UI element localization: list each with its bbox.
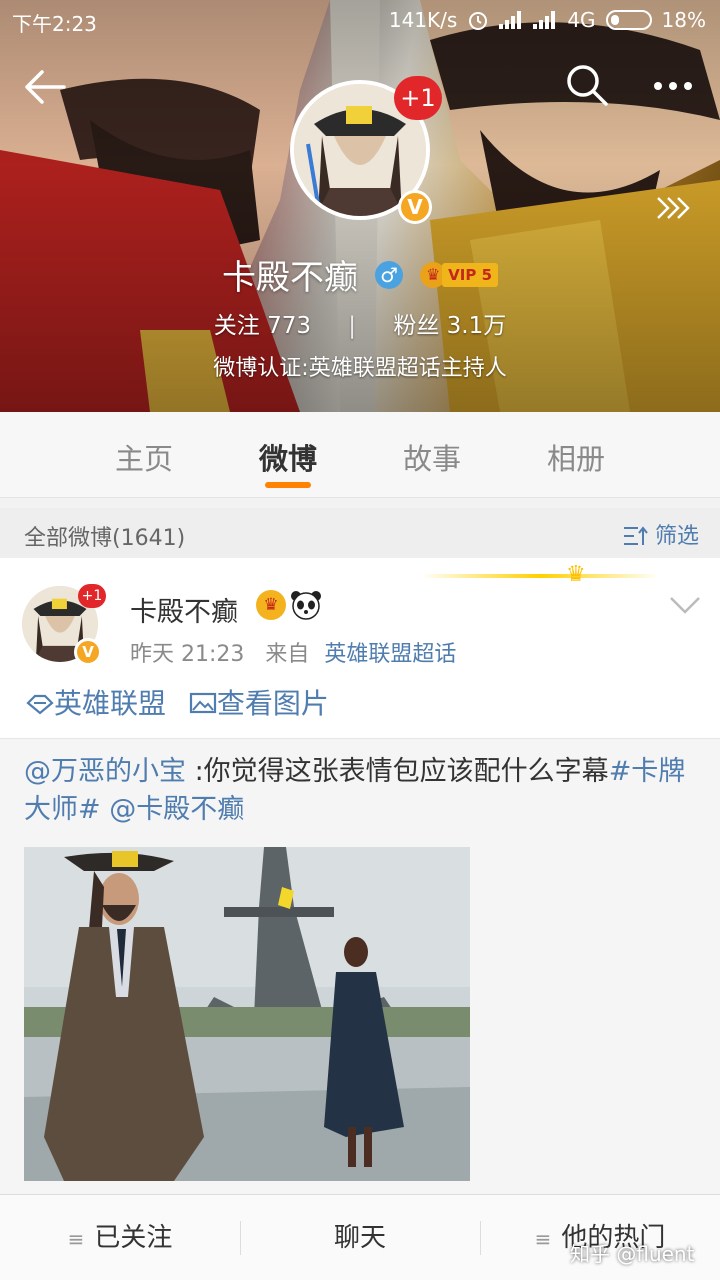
crown-decoration-icon: ♛ bbox=[566, 562, 586, 587]
more-dots-icon bbox=[654, 82, 692, 90]
zhihu-watermark: 知乎 @fluent bbox=[570, 1242, 695, 1266]
post-vip-crown-icon: ♛ bbox=[256, 590, 286, 620]
tab-weibo[interactable]: 微博 bbox=[243, 436, 333, 478]
expand-header-button[interactable] bbox=[654, 190, 694, 226]
post-author-name[interactable]: 卡殿不癫 bbox=[130, 590, 238, 629]
filter-icon bbox=[624, 526, 648, 545]
feed-filter-bar: 全部微博(1641) 筛选 bbox=[0, 508, 720, 558]
menu-lines-icon-2: ≡ bbox=[534, 1227, 552, 1251]
post-verified-icon: V bbox=[74, 638, 102, 666]
tab-home[interactable]: 主页 bbox=[99, 436, 189, 478]
following-label: 关注 bbox=[213, 313, 260, 339]
back-button[interactable] bbox=[20, 62, 70, 112]
chat-label: 聊天 bbox=[333, 1223, 386, 1253]
search-icon bbox=[567, 65, 608, 106]
search-button[interactable] bbox=[564, 62, 610, 108]
mention-link-2[interactable]: @卡殿不癫 bbox=[109, 794, 244, 825]
back-arrow-icon bbox=[25, 70, 66, 104]
network-type: 4G bbox=[567, 8, 596, 32]
male-gender-icon: ♂ bbox=[375, 260, 404, 289]
stats-divider: | bbox=[348, 313, 357, 339]
post-tags: 英雄联盟 查看图片 bbox=[26, 682, 343, 722]
avatar-plus-badge[interactable]: +1 bbox=[394, 76, 442, 120]
tab-stories[interactable]: 故事 bbox=[387, 436, 477, 478]
bottom-action-bar: ≡ 已关注 聊天 ≡ 他的热门 bbox=[0, 1194, 720, 1280]
image-icon bbox=[189, 692, 217, 714]
status-time: 下午2:23 bbox=[12, 12, 97, 36]
followers-stat[interactable]: 粉丝 3.1万 bbox=[393, 313, 506, 339]
signal-icon-2 bbox=[533, 11, 557, 29]
menu-lines-icon: ≡ bbox=[67, 1227, 85, 1251]
filter-button[interactable]: 筛选 bbox=[622, 518, 699, 550]
post-header: ♛ +1 V 卡殿不癫 ♛ 昨天 21:23 来自 英雄联盟超话 英雄联盟 查看… bbox=[0, 558, 720, 738]
post-image-art bbox=[24, 847, 470, 1181]
triple-chevron-right-icon bbox=[657, 197, 690, 219]
tag-lol[interactable]: 英雄联盟 bbox=[26, 682, 166, 722]
following-count: 773 bbox=[267, 313, 311, 339]
followers-label: 粉丝 bbox=[393, 313, 440, 339]
vip-badge[interactable]: ♛ VIP 5 bbox=[420, 261, 499, 288]
post-image[interactable] bbox=[24, 847, 470, 1181]
profile-tabs: 主页 微博 故事 相册 bbox=[0, 412, 720, 498]
post-meta: 昨天 21:23 来自 英雄联盟超话 bbox=[130, 636, 456, 668]
profile-name-row: 卡殿不癫 ♂ ♛ VIP 5 bbox=[0, 250, 720, 298]
post-source-link[interactable]: 英雄联盟超话 bbox=[324, 642, 456, 667]
feed-count: 全部微博(1641) bbox=[24, 526, 186, 551]
tag-view-images-label: 查看图片 bbox=[216, 687, 329, 720]
tag-lol-label: 英雄联盟 bbox=[54, 687, 167, 720]
card-decoration-line bbox=[420, 574, 660, 578]
vip-level: VIP 5 bbox=[442, 262, 499, 287]
following-stat[interactable]: 关注 773 bbox=[214, 313, 311, 339]
chat-button[interactable]: 聊天 bbox=[240, 1195, 480, 1280]
followers-count: 3.1万 bbox=[446, 313, 507, 339]
profile-name: 卡殿不癫 bbox=[221, 258, 358, 298]
followed-label: 已关注 bbox=[94, 1223, 173, 1253]
verified-badge-icon: V bbox=[398, 190, 432, 224]
verification-text: 微博认证:英雄联盟超话主持人 bbox=[213, 356, 507, 381]
alarm-icon bbox=[469, 12, 488, 30]
signal-icon bbox=[499, 11, 523, 29]
tab-album[interactable]: 相册 bbox=[531, 436, 621, 478]
network-speed: 141K/s bbox=[388, 8, 458, 32]
tag-view-images[interactable]: 查看图片 bbox=[189, 682, 329, 722]
active-tab-indicator bbox=[265, 482, 311, 488]
post-text-body: :你觉得这张表情包应该配什么字幕 bbox=[186, 756, 609, 787]
followed-button[interactable]: ≡ 已关注 bbox=[0, 1195, 240, 1280]
chevron-down-icon[interactable] bbox=[668, 594, 702, 616]
battery-icon bbox=[605, 10, 652, 30]
profile-stats: 关注 773 | 粉丝 3.1万 bbox=[0, 306, 720, 340]
diamond-tag-icon bbox=[26, 694, 54, 715]
panda-icon bbox=[291, 591, 321, 620]
battery-level: 18% bbox=[661, 8, 706, 32]
status-bar: 下午2:23 141K/s 4G 18% bbox=[0, 0, 720, 40]
post-body: @万恶的小宝 :你觉得这张表情包应该配什么字幕#卡牌大师# @卡殿不癫 bbox=[0, 738, 720, 1194]
post-text: @万恶的小宝 :你觉得这张表情包应该配什么字幕#卡牌大师# @卡殿不癫 bbox=[24, 753, 700, 829]
mention-link[interactable]: @万恶的小宝 bbox=[24, 756, 186, 787]
more-options-button[interactable] bbox=[648, 66, 698, 106]
post-avatar-plus-badge: +1 bbox=[78, 584, 106, 608]
filter-label: 筛选 bbox=[655, 524, 700, 549]
post-time: 昨天 21:23 bbox=[130, 642, 245, 667]
post-from-label: 来自 bbox=[265, 642, 310, 667]
